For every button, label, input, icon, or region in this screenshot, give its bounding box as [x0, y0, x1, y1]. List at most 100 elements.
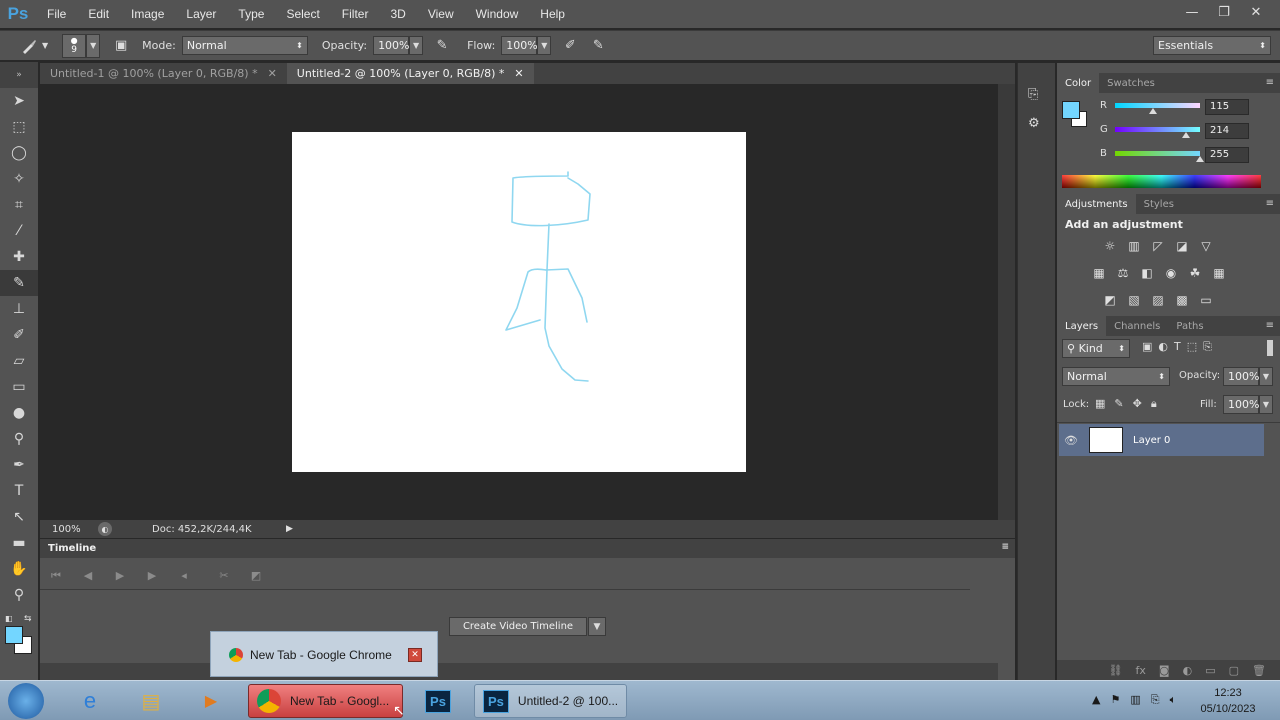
tab-swatches[interactable]: Swatches	[1099, 73, 1163, 93]
brush-panel-toggle-icon[interactable]: ▣	[110, 35, 132, 57]
toolbar-collapse-icon[interactable]: »	[0, 62, 38, 88]
menu-3d[interactable]: 3D	[379, 7, 416, 21]
eraser-tool-icon[interactable]: ▱	[0, 348, 38, 374]
filter-pixel-icon[interactable]: ▣	[1142, 340, 1152, 354]
tray-flag-icon[interactable]: ⚑	[1110, 693, 1120, 707]
tool-preset-chevron-icon[interactable]: ▼	[42, 41, 48, 50]
gradient-tool-icon[interactable]: ▭	[0, 374, 38, 400]
history-brush-tool-icon[interactable]: ✐	[0, 322, 38, 348]
red-value[interactable]: 115	[1205, 99, 1249, 115]
blur-tool-icon[interactable]: ●	[0, 400, 38, 426]
dodge-tool-icon[interactable]: ⚲	[0, 426, 38, 452]
tray-devices-icon[interactable]: ⎘	[1151, 693, 1160, 707]
taskbar-preview-popup[interactable]: New Tab - Google Chrome ✕	[210, 631, 438, 677]
default-colors-icon[interactable]: ◧	[5, 614, 13, 623]
exposure-icon[interactable]: ◪	[1170, 234, 1194, 258]
popup-close-icon[interactable]: ✕	[408, 648, 422, 662]
zoom-tool-icon[interactable]: ⚲	[0, 582, 38, 608]
tray-network-icon[interactable]: ▥	[1130, 693, 1140, 707]
crop-tool-icon[interactable]: ⌗	[0, 192, 38, 218]
brush-preset-picker[interactable]: ● 9	[62, 33, 87, 58]
red-track[interactable]	[1115, 103, 1200, 108]
tab-styles[interactable]: Styles	[1136, 194, 1182, 214]
tab-untitled-1[interactable]: Untitled-1 @ 100% (Layer 0, RGB/8) * ✕	[40, 63, 287, 84]
color-lookup-icon[interactable]: ▦	[1207, 261, 1231, 285]
red-thumb[interactable]	[1149, 108, 1157, 114]
internet-explorer-icon[interactable]: e	[70, 684, 110, 718]
blue-track[interactable]	[1115, 151, 1200, 156]
close-button[interactable]: ✕	[1242, 2, 1270, 22]
timeline-title[interactable]: Timeline	[48, 543, 96, 554]
lock-transparent-icon[interactable]: ▦	[1095, 397, 1105, 411]
menu-filter[interactable]: Filter	[331, 7, 380, 21]
history-panel-icon[interactable]: ⎘	[1028, 87, 1055, 102]
marquee-tool-icon[interactable]: ⬚	[0, 114, 38, 140]
gradient-map-icon[interactable]: ▭	[1194, 288, 1218, 312]
levels-icon[interactable]: ▥	[1122, 234, 1146, 258]
curves-icon[interactable]: ◸	[1146, 234, 1170, 258]
chrome-taskbar-button[interactable]: New Tab - Googl...	[248, 684, 403, 718]
pressure-size-icon[interactable]: ✎	[587, 35, 609, 57]
menu-window[interactable]: Window	[465, 7, 530, 21]
mode-dropdown[interactable]: Normal ⬍	[181, 36, 308, 55]
color-balance-icon[interactable]: ⚖	[1111, 261, 1135, 285]
lock-position-icon[interactable]: ✥	[1133, 397, 1142, 411]
blue-value[interactable]: 255	[1205, 147, 1249, 163]
lock-all-icon[interactable]: 🔒︎	[1151, 397, 1157, 411]
status-menu-arrow-icon[interactable]: ▶	[286, 524, 293, 534]
previous-frame-icon[interactable]: ◀	[72, 569, 104, 582]
tab-close-icon[interactable]: ✕	[268, 67, 277, 80]
tab-close-icon[interactable]: ✕	[514, 67, 523, 80]
layer-filter-kind[interactable]: ⚲ Kind ⬍	[1062, 339, 1130, 358]
layer-opacity-dropdown[interactable]: ▼	[1259, 367, 1273, 386]
brush-tool-icon[interactable]	[18, 35, 40, 57]
status-info-icon[interactable]: ◐	[98, 522, 112, 536]
invert-icon[interactable]: ◩	[1098, 288, 1122, 312]
tab-channels[interactable]: Channels	[1106, 316, 1168, 336]
photoshop-pinned-icon[interactable]: Ps	[418, 684, 458, 718]
airbrush-icon[interactable]: ✐	[559, 35, 581, 57]
properties-panel-icon[interactable]: ⚙	[1028, 116, 1055, 131]
create-video-timeline-button[interactable]: Create Video Timeline	[449, 617, 587, 636]
eyedropper-tool-icon[interactable]: ⁄	[0, 218, 38, 244]
restore-button[interactable]: ❐	[1210, 2, 1238, 22]
create-timeline-dropdown[interactable]: ▼	[588, 617, 606, 636]
layer-row[interactable]: 👁︎ Layer 0	[1059, 424, 1264, 456]
blend-mode-dropdown[interactable]: Normal ⬍	[1062, 367, 1170, 386]
opacity-dropdown[interactable]: ▼	[409, 36, 424, 55]
visibility-eye-icon[interactable]: 👁︎	[1059, 434, 1083, 447]
brightness-contrast-icon[interactable]: ☼	[1098, 234, 1122, 258]
tab-untitled-2[interactable]: Untitled-2 @ 100% (Layer 0, RGB/8) * ✕	[286, 63, 534, 84]
move-tool-icon[interactable]: ➤	[0, 88, 38, 114]
photo-filter-icon[interactable]: ◉	[1159, 261, 1183, 285]
media-player-icon[interactable]: ▶	[191, 684, 231, 718]
pen-tool-icon[interactable]: ✒	[0, 452, 38, 478]
foreground-color-swatch[interactable]	[5, 626, 23, 644]
menu-layer[interactable]: Layer	[175, 7, 227, 21]
tab-paths[interactable]: Paths	[1168, 316, 1211, 336]
next-frame-icon[interactable]: ▶	[136, 569, 168, 582]
audio-icon[interactable]: ◂	[168, 569, 200, 582]
adjustments-panel-menu-icon[interactable]: ≡	[1266, 198, 1274, 209]
lock-image-icon[interactable]: ✎	[1114, 397, 1123, 411]
tab-layers[interactable]: Layers	[1057, 316, 1107, 336]
layer-style-icon[interactable]: fx	[1136, 664, 1146, 677]
split-icon[interactable]: ✂	[208, 569, 240, 582]
tab-color[interactable]: Color	[1057, 73, 1100, 93]
filter-adjustment-icon[interactable]: ◐	[1158, 340, 1168, 354]
menu-help[interactable]: Help	[529, 7, 576, 21]
vertical-scrollbar[interactable]	[998, 84, 1015, 520]
hue-saturation-icon[interactable]: ▦	[1087, 261, 1111, 285]
selective-color-icon[interactable]: ▩	[1170, 288, 1194, 312]
posterize-icon[interactable]: ▧	[1122, 288, 1146, 312]
flow-input[interactable]: 100%	[501, 36, 538, 55]
tab-adjustments[interactable]: Adjustments	[1057, 194, 1136, 214]
new-adjustment-layer-icon[interactable]: ◐	[1183, 664, 1193, 677]
tray-expand-icon[interactable]: ▲	[1092, 693, 1100, 707]
add-mask-icon[interactable]: ◙	[1159, 664, 1170, 677]
rectangle-tool-icon[interactable]: ▬	[0, 530, 38, 556]
brush-preset-dropdown[interactable]: ▼	[86, 33, 101, 58]
flow-dropdown[interactable]: ▼	[537, 36, 552, 55]
color-panel-menu-icon[interactable]: ≡	[1266, 77, 1274, 88]
swap-colors-icon[interactable]: ⇆	[24, 614, 32, 624]
